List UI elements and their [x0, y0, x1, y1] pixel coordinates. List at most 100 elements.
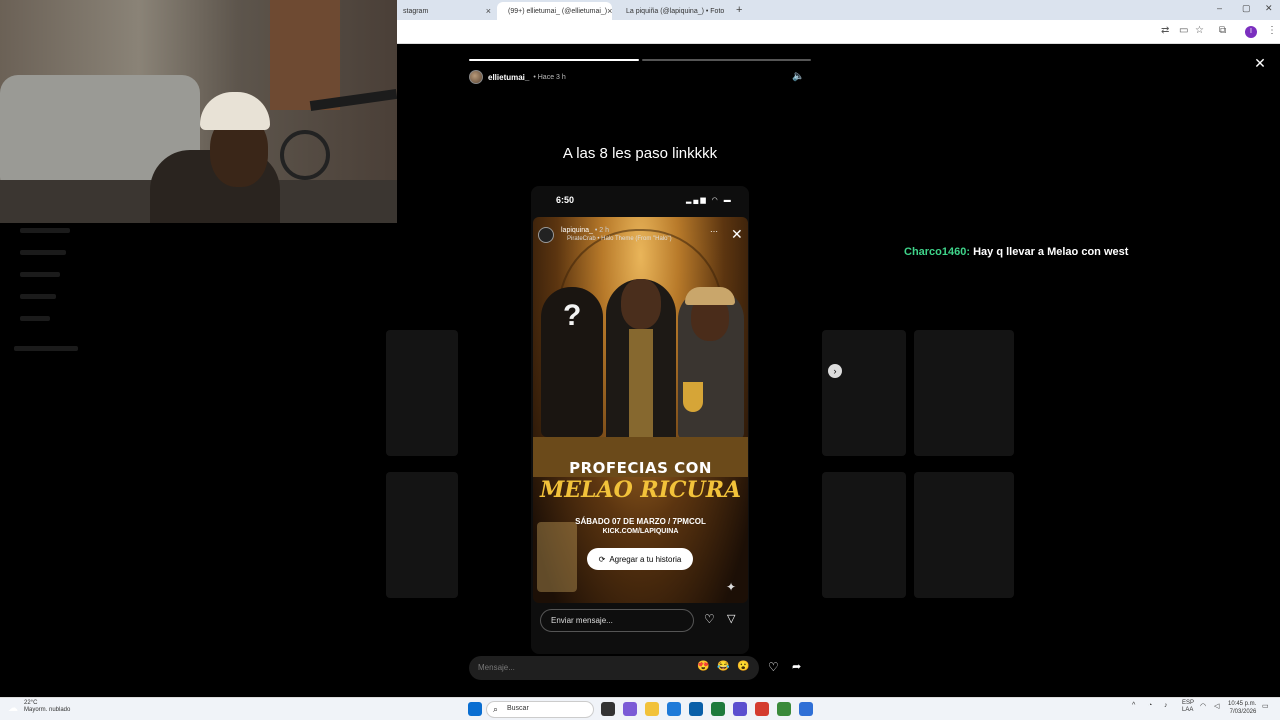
story-username[interactable]: ellietumai_ — [488, 73, 529, 82]
next-story-button[interactable]: › — [828, 364, 842, 378]
priest-stole — [629, 329, 653, 439]
bg-post — [914, 330, 1014, 456]
discord-icon[interactable] — [733, 702, 747, 716]
inner-song: PirateCrab • Halo Theme (From "Halo") — [567, 236, 672, 242]
share-icon[interactable]: ➦ — [792, 660, 801, 673]
phone-time: 6:50 — [556, 195, 575, 205]
add-story-icon: ⟳ — [598, 554, 606, 564]
story-progress — [469, 59, 811, 61]
bg-nav-item — [20, 294, 56, 299]
bg-post — [914, 472, 1014, 598]
menu-dots-icon[interactable]: ⋮ — [1267, 25, 1277, 36]
windows-start-icon[interactable] — [468, 702, 482, 716]
tab-lapiquina[interactable]: La piquiña (@lapiquina_) • Foto — [615, 2, 730, 20]
new-tab-button[interactable]: + — [736, 4, 742, 16]
notification-icon[interactable]: ▭ — [1262, 702, 1269, 710]
chrome-icon-2[interactable] — [777, 702, 791, 716]
chat-text: Hay q llevar a Melao con west — [973, 246, 1129, 258]
language-indicator[interactable]: ESP LAA — [1182, 700, 1194, 714]
task-view-icon[interactable] — [601, 702, 615, 716]
story-caption: A las 8 les paso linkkkk — [562, 145, 718, 162]
network-icon[interactable]: ◔ — [1148, 702, 1152, 709]
tray-chevron-icon[interactable]: ^ — [1132, 702, 1135, 709]
reply-input[interactable]: Mensaje... — [469, 656, 759, 680]
excel-icon[interactable] — [711, 702, 725, 716]
poster-date: SÁBADO 07 DE MARZO / 7PMCOL — [575, 517, 706, 526]
taskbar: ☁ 22°C Mayorm. nublado ⌕ Buscar ^ ◔ ♪ ES… — [0, 697, 1280, 720]
minimize-icon[interactable]: – — [1217, 3, 1222, 13]
copilot-icon[interactable] — [623, 702, 637, 716]
event-poster: ? PROFECIAS CON MELAO RICURA SÁBADO 07 D… — [533, 217, 748, 603]
sparkle-icon: ✦ — [726, 580, 737, 594]
chalice — [683, 382, 703, 412]
phone-status-icons: ▂▄▆ ◠ ▬ — [686, 197, 733, 204]
story-time: • Hace 3 h — [533, 73, 566, 81]
like-heart-icon[interactable]: ♡ — [768, 660, 779, 674]
emoji-heart-eyes[interactable]: 😍 — [697, 661, 709, 672]
progress-segment — [469, 59, 639, 61]
bookmark-star-icon[interactable]: ☆ — [1195, 25, 1204, 36]
close-window-icon[interactable]: ✕ — [1265, 3, 1273, 14]
wifi-icon[interactable]: ◠ — [1200, 702, 1206, 710]
poster-headline: MELAO RICURA — [539, 477, 742, 503]
question-mark: ? — [563, 299, 582, 332]
close-icon[interactable]: ✕ — [1252, 55, 1268, 71]
mic-tray-icon[interactable]: ♪ — [1164, 702, 1168, 709]
poster-title: PROFECIAS CON — [569, 459, 712, 477]
bg-nav-item — [20, 272, 60, 277]
door — [270, 0, 340, 110]
tab-label: stagram — [403, 7, 429, 15]
screen: stagram × (99+) ellietumai_ (@ellietumai… — [0, 0, 1280, 720]
add-to-story-button: ⟳ Agregar a tu historia — [587, 548, 693, 570]
inner-menu-icon: ⋯ — [710, 227, 718, 236]
right-figure-hat — [685, 287, 735, 305]
bg-post — [822, 472, 906, 598]
bg-nav-item — [14, 346, 78, 351]
taskbar-search[interactable]: ⌕ Buscar — [486, 701, 594, 718]
bg-nav-item — [20, 228, 70, 233]
inner-heart-icon: ♡ — [704, 612, 715, 626]
inner-close-icon: ✕ — [731, 226, 743, 242]
tab-ellietumai[interactable]: (99+) ellietumai_ (@ellietumai_) × — [497, 2, 612, 20]
tab-label: La piquiña (@lapiquina_) • Foto — [626, 7, 725, 15]
edge-icon[interactable] — [667, 702, 681, 716]
maximize-icon[interactable]: ▢ — [1242, 3, 1251, 14]
story-header: ellietumai_ • Hace 3 h — [469, 70, 566, 84]
tab-instagram[interactable]: stagram × — [397, 2, 497, 20]
inner-avatar — [538, 227, 554, 243]
weather-widget[interactable]: 22°C Mayorm. nublado — [24, 700, 70, 714]
bg-post — [386, 472, 458, 598]
address-bar[interactable]: ⇄ ▭ ☆ ⧉ ⋮ — [397, 20, 1280, 44]
volume-icon[interactable]: 🔈 — [792, 71, 804, 82]
extensions-icon[interactable]: ⧉ — [1219, 25, 1226, 36]
bg-post — [822, 330, 906, 456]
chrome-icon-3[interactable] — [799, 702, 813, 716]
chrome-icon-1[interactable] — [755, 702, 769, 716]
cast-icon[interactable]: ▭ — [1179, 25, 1188, 36]
streamer-cap — [200, 92, 270, 130]
tab-label: (99+) ellietumai_ (@ellietumai_) — [508, 7, 608, 15]
bg-post — [386, 330, 458, 456]
store-icon[interactable] — [689, 702, 703, 716]
bg-nav-item — [20, 250, 66, 255]
webcam-overlay — [0, 0, 397, 223]
close-tab-icon[interactable]: × — [607, 6, 612, 16]
speaker-icon[interactable]: ◁ — [1214, 702, 1219, 710]
avatar[interactable] — [469, 70, 483, 84]
weather-cloud-icon: ☁ — [8, 703, 18, 714]
clock[interactable]: 10:45 p.m. 7/03/2026 — [1228, 700, 1256, 716]
file-explorer-icon[interactable] — [645, 702, 659, 716]
emoji-surprise[interactable]: 😮 — [737, 661, 749, 672]
inner-message-field: Enviar mensaje... — [540, 609, 694, 632]
priest-head — [621, 279, 661, 329]
translate-icon[interactable]: ⇄ — [1161, 25, 1169, 36]
tab-bar: stagram × (99+) ellietumai_ (@ellietumai… — [397, 0, 1280, 20]
chat-message: Charco1460: Hay q llevar a Melao con wes… — [904, 246, 1128, 258]
chat-username: Charco1460: — [904, 246, 971, 258]
close-tab-icon[interactable]: × — [486, 6, 491, 16]
emoji-laugh[interactable]: 😂 — [717, 661, 729, 672]
poster-link: KICK.COM/LAPIQUINA — [602, 528, 679, 535]
search-icon: ⌕ — [493, 704, 499, 714]
bg-nav-item — [20, 316, 50, 321]
profile-avatar[interactable]: I — [1245, 26, 1257, 38]
